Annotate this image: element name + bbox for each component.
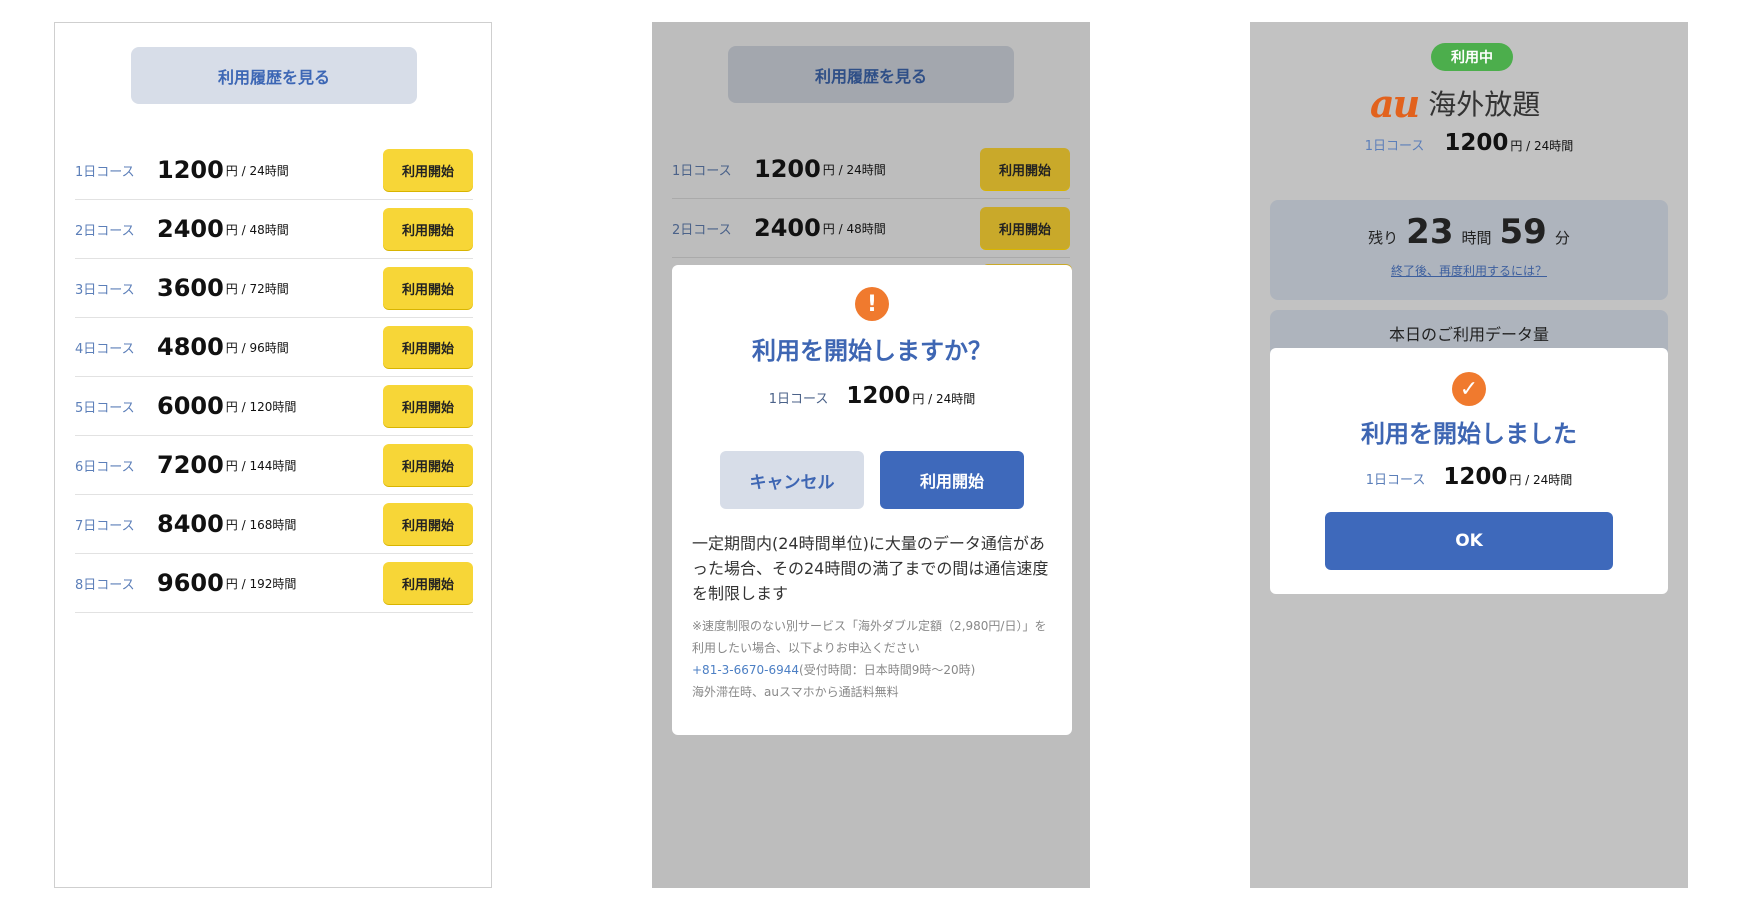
active-course: 1日コース 1200 円 / 24時間 <box>1250 130 1688 156</box>
hours-text: (受付時間：日本時間9時〜20時) <box>799 663 976 677</box>
course-unit: 円 / 24時間 <box>822 162 886 177</box>
course-row-2: 2日コース 2400 円 / 48時間 利用開始 <box>672 199 1070 258</box>
course-unit: 円 / 168時間 <box>225 517 297 532</box>
course-label: 6日コース <box>75 459 135 475</box>
started-dialog-course: 1日コース 1200 円 / 24時間 <box>1270 464 1668 490</box>
reuse-info-link[interactable]: 終了後、再度利用するには？ <box>1270 262 1668 279</box>
start-button-4[interactable]: 利用開始 <box>383 326 473 368</box>
course-row-6: 6日コース 7200 円 / 144時間 利用開始 <box>75 436 473 495</box>
course-price: 1200 <box>1443 464 1508 490</box>
course-unit: 円 / 48時間 <box>822 221 886 236</box>
course-unit: 円 / 144時間 <box>225 458 297 473</box>
course-price: 1200 <box>157 156 224 184</box>
start-button-7[interactable]: 利用開始 <box>383 503 473 545</box>
course-price: 8400 <box>157 510 224 538</box>
course-row-8: 8日コース 9600 円 / 192時間 利用開始 <box>75 554 473 613</box>
start-button-3[interactable]: 利用開始 <box>383 267 473 309</box>
course-unit: 円 / 24時間 <box>912 392 976 406</box>
course-label: 1日コース <box>75 164 135 180</box>
course-unit: 円 / 192時間 <box>225 576 297 591</box>
alternative-service-note: ※速度制限のない別サービス「海外ダブル定額（2,980円/日）」を利用したい場合… <box>692 615 1052 703</box>
course-price: 3600 <box>157 274 224 302</box>
course-price: 9600 <box>157 569 224 597</box>
course-label: 4日コース <box>75 341 135 357</box>
course-unit: 円 / 24時間 <box>1510 139 1574 153</box>
started-dialog: ✓ 利用を開始しました 1日コース 1200 円 / 24時間 OK <box>1270 348 1668 594</box>
confirm-dialog: ! 利用を開始しますか？ 1日コース 1200 円 / 24時間 キャンセル 利… <box>672 265 1072 735</box>
cancel-button[interactable]: キャンセル <box>720 451 864 509</box>
course-label: 1日コース <box>768 392 829 407</box>
course-price: 1200 <box>1444 130 1509 156</box>
hours-unit: 時間 <box>1461 229 1492 247</box>
course-unit: 円 / 48時間 <box>225 222 289 237</box>
remaining-minutes: 59 <box>1499 212 1547 252</box>
course-unit: 円 / 24時間 <box>1509 473 1573 487</box>
course-label: 3日コース <box>75 282 135 298</box>
remaining-prefix: 残り <box>1368 229 1399 247</box>
course-row-2: 2日コース 2400 円 / 48時間 利用開始 <box>75 200 473 259</box>
course-price: 2400 <box>157 215 224 243</box>
course-unit: 円 / 24時間 <box>225 163 289 178</box>
course-label: 8日コース <box>75 577 135 593</box>
course-list-dimmed: 1日コース 1200 円 / 24時間 利用開始 2日コース 2400 円 / 48時間利… <box>672 140 1070 258</box>
confirm-dialog-course: 1日コース 1200 円 / 24時間 <box>672 383 1072 409</box>
course-row-3: 3日コース 3600 円 / 72時間 利用開始 <box>75 259 473 318</box>
minutes-unit: 分 <box>1554 229 1570 247</box>
course-row-7: 7日コース 8400 円 / 168時間 利用開始 <box>75 495 473 554</box>
course-row-4: 4日コース 4800 円 / 96時間 利用開始 <box>75 318 473 377</box>
screen-confirm: 利用履歴を見る 1日コース 1200 円 / 24時間 利用開始 2日コース 2400 円… <box>652 22 1090 888</box>
confirm-dialog-title: 利用を開始しますか？ <box>752 337 992 365</box>
course-price: 1200 <box>754 155 821 183</box>
start-button-1[interactable]: 利用開始 <box>383 149 473 191</box>
remaining-time: 残り 23 時間 59 分 <box>1270 212 1668 252</box>
course-price: 7200 <box>157 451 224 479</box>
screen-started: 利用中 au 海外放題 1日コース 1200 円 / 24時間 残り 23 時間… <box>1250 22 1688 888</box>
brand: au 海外放題 <box>1370 78 1580 128</box>
phone-link[interactable]: +81-3-6670-6944 <box>692 663 799 677</box>
course-label: 7日コース <box>75 518 135 534</box>
course-unit: 円 / 120時間 <box>225 399 297 414</box>
start-button-2[interactable]: 利用開始 <box>980 207 1070 249</box>
course-label: 2日コース <box>75 223 135 239</box>
start-button-5[interactable]: 利用開始 <box>383 385 473 427</box>
exclamation-icon: ! <box>855 287 889 321</box>
course-label: 1日コース <box>672 163 732 179</box>
course-price: 1200 <box>846 383 911 409</box>
course-price: 4800 <box>157 333 224 361</box>
service-name: 海外放題 <box>1428 88 1541 121</box>
course-list: 1日コース 1200 円 / 24時間 利用開始 2日コース 2400 円 / 48時間利… <box>75 141 473 613</box>
in-use-badge: 利用中 <box>1431 43 1513 71</box>
confirm-start-button[interactable]: 利用開始 <box>880 451 1024 509</box>
course-label: 5日コース <box>75 400 135 416</box>
start-button-1[interactable]: 利用開始 <box>980 148 1070 190</box>
note-text: ※速度制限のない別サービス「海外ダブル定額（2,980円/日）」を利用したい場合… <box>692 619 1047 655</box>
course-unit: 円 / 96時間 <box>225 340 289 355</box>
course-row-1: 1日コース 1200 円 / 24時間 利用開始 <box>672 140 1070 199</box>
course-unit: 円 / 72時間 <box>225 281 289 296</box>
free-call-note: 海外滞在時、auスマホから通話料無料 <box>692 685 899 699</box>
course-price: 6000 <box>157 392 224 420</box>
course-label: 1日コース <box>1364 139 1425 154</box>
check-icon: ✓ <box>1452 372 1486 406</box>
contact-line: +81-3-6670-6944(受付時間：日本時間9時〜20時) <box>692 659 1052 681</box>
course-label: 1日コース <box>1365 473 1426 488</box>
view-history-button[interactable]: 利用履歴を見る <box>728 46 1014 103</box>
start-button-8[interactable]: 利用開始 <box>383 562 473 604</box>
course-price: 2400 <box>754 214 821 242</box>
au-logo: au <box>1370 80 1420 126</box>
ok-button[interactable]: OK <box>1325 512 1613 570</box>
course-row-5: 5日コース 6000 円 / 120時間 利用開始 <box>75 377 473 436</box>
start-button-2[interactable]: 利用開始 <box>383 208 473 250</box>
course-row-1: 1日コース 1200 円 / 24時間 利用開始 <box>75 141 473 200</box>
screen-course-list: 利用履歴を見る 1日コース 1200 円 / 24時間 利用開始 2日コース 2400 円… <box>54 22 492 888</box>
started-dialog-title: 利用を開始しました <box>1361 420 1577 448</box>
start-button-6[interactable]: 利用開始 <box>383 444 473 486</box>
course-label: 2日コース <box>672 222 732 238</box>
speed-limit-notice: 一定期間内(24時間単位)に大量のデータ通信があった場合、その24時間の満了まで… <box>692 534 1049 603</box>
view-history-button[interactable]: 利用履歴を見る <box>131 47 417 104</box>
remaining-hours: 23 <box>1406 212 1454 252</box>
remaining-time-panel: 残り 23 時間 59 分 終了後、再度利用するには？ <box>1270 200 1668 300</box>
